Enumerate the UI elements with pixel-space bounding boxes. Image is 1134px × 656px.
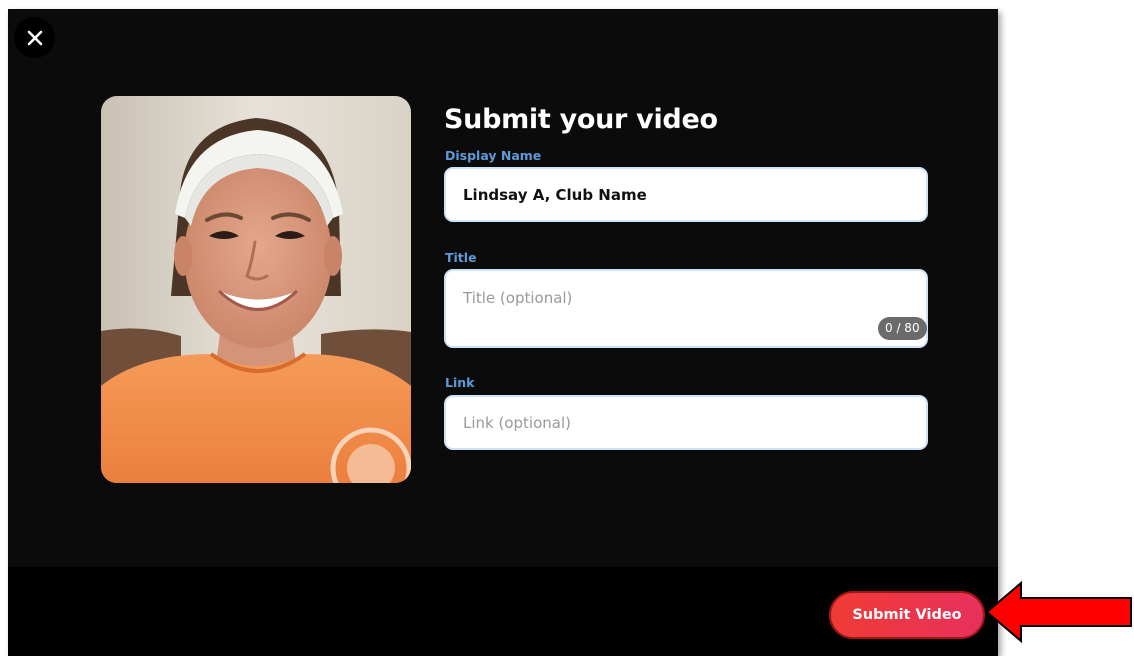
red-arrow-pointer-icon: [985, 581, 1132, 643]
display-name-label: Display Name: [445, 148, 542, 163]
form-heading: Submit your video: [444, 104, 718, 135]
link-label: Link: [445, 375, 475, 390]
webcam-preview-image: [101, 96, 411, 483]
display-name-field[interactable]: [444, 167, 928, 222]
link-field[interactable]: [444, 395, 928, 450]
person-photo: [101, 96, 411, 483]
title-field[interactable]: [444, 269, 928, 348]
submit-video-button[interactable]: Submit Video: [829, 591, 985, 639]
submit-video-dialog: Submit your video Display Name Title 0 /…: [8, 9, 998, 656]
close-button[interactable]: [14, 17, 55, 58]
title-char-counter: 0 / 80: [878, 317, 927, 340]
close-icon: [27, 30, 42, 45]
title-label: Title: [445, 250, 477, 265]
